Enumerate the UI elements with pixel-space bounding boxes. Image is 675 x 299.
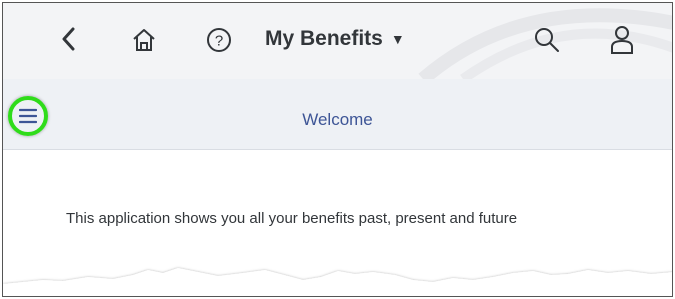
torn-edge-decoration	[3, 268, 672, 296]
dropdown-caret-icon: ▼	[390, 31, 405, 47]
help-circle-icon[interactable]: ?	[206, 27, 232, 53]
app-title: My Benefits	[265, 27, 383, 50]
app-window: ? My Benefits ▼ Welcome This application…	[2, 2, 673, 297]
svg-text:?: ?	[215, 33, 223, 50]
app-description: This application shows you all your bene…	[66, 210, 518, 227]
chevron-left-icon[interactable]	[61, 27, 77, 51]
page-title: Welcome	[302, 110, 373, 129]
home-icon[interactable]	[131, 27, 157, 53]
search-icon[interactable]	[534, 27, 560, 53]
user-icon[interactable]	[610, 25, 634, 55]
shell-bar: ? My Benefits ▼	[3, 3, 672, 79]
app-title-dropdown[interactable]: My Benefits ▼	[265, 27, 405, 51]
